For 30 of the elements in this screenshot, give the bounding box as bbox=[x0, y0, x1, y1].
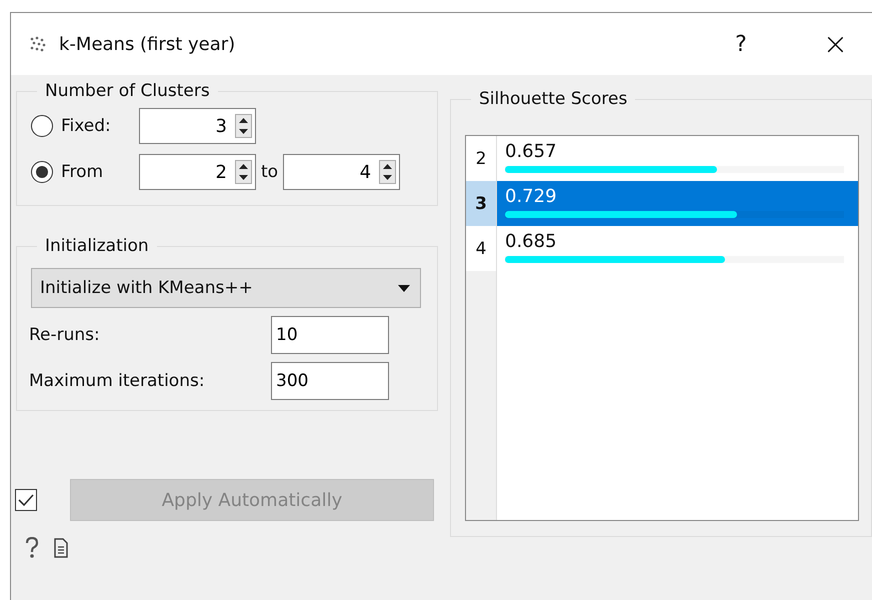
range-label: to bbox=[261, 162, 278, 182]
radio-button[interactable] bbox=[31, 115, 53, 137]
field-label: Maximum iterations: bbox=[29, 371, 205, 391]
close-button[interactable]: × bbox=[812, 26, 858, 62]
window-title: k-Means (first year) bbox=[59, 34, 236, 54]
group-title: Initialization bbox=[44, 236, 150, 256]
score-cell[interactable]: 0.729 bbox=[497, 181, 858, 226]
score-cell[interactable]: 0.685 bbox=[497, 226, 858, 271]
spin-arrows-icon[interactable] bbox=[379, 160, 396, 184]
help-button[interactable]: ? bbox=[725, 32, 757, 56]
spin-arrows-icon[interactable] bbox=[235, 160, 252, 184]
radio-label: Fixed: bbox=[61, 116, 112, 136]
group-title: Number of Clusters bbox=[44, 81, 211, 101]
input-field[interactable]: 10 bbox=[271, 316, 389, 354]
spin-box[interactable]: 3 bbox=[139, 108, 256, 144]
method-dropdown[interactable]: Initialize with KMeans++ bbox=[31, 268, 421, 308]
field-label: Re-runs: bbox=[29, 325, 100, 345]
radio-label: From bbox=[61, 162, 104, 182]
group-title: Silhouette Scores bbox=[478, 89, 628, 109]
spin-box[interactable]: 4 bbox=[283, 154, 400, 190]
score-cell[interactable]: 0.657 bbox=[497, 136, 858, 181]
help-icon[interactable] bbox=[24, 537, 40, 559]
app-icon bbox=[29, 36, 47, 52]
input-field[interactable]: 300 bbox=[271, 362, 389, 400]
spin-box[interactable]: 2 bbox=[139, 154, 256, 190]
row-header[interactable]: 3 bbox=[466, 181, 497, 226]
dropdown-arrow-icon bbox=[398, 284, 410, 292]
document-icon[interactable] bbox=[54, 538, 68, 558]
radio-button[interactable] bbox=[31, 161, 53, 183]
spin-arrows-icon[interactable] bbox=[235, 114, 252, 138]
